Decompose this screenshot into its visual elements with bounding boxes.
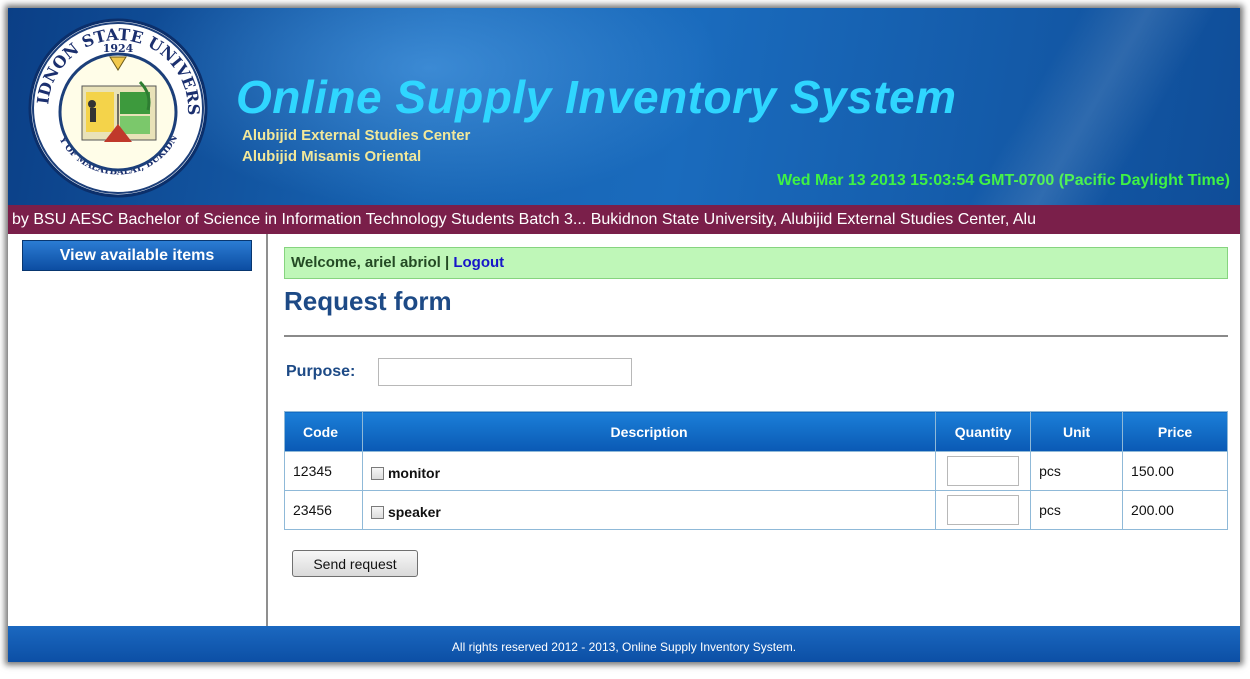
quantity-input[interactable] [947, 495, 1020, 525]
table-header-row: Code Description Quantity Unit Price [284, 411, 1228, 452]
site-footer: All rights reserved 2012 - 2013, Online … [8, 626, 1240, 662]
item-code: 12345 [284, 451, 363, 491]
marquee-text: l by BSU AESC Bachelor of Science in Inf… [8, 211, 1036, 228]
welcome-separator: | [440, 254, 454, 271]
scrolling-marquee: l by BSU AESC Bachelor of Science in Inf… [8, 205, 1240, 234]
center-name: Alubijid External Studies Center [242, 127, 471, 144]
column-header-quantity: Quantity [935, 411, 1032, 452]
item-unit: pcs [1030, 490, 1124, 530]
send-request-button[interactable]: Send request [292, 550, 418, 577]
purpose-input[interactable] [378, 358, 632, 386]
table-row: 12345 monitor pcs 150.00 [284, 451, 1228, 491]
quantity-input[interactable] [947, 456, 1020, 486]
item-price: 200.00 [1122, 490, 1228, 530]
item-price: 150.00 [1122, 451, 1228, 491]
item-description: speaker [387, 504, 441, 521]
title-divider [284, 335, 1228, 337]
item-unit: pcs [1030, 451, 1124, 491]
sidebar: View available items [8, 234, 268, 626]
item-select-checkbox[interactable] [370, 505, 384, 519]
item-code: 23456 [284, 490, 363, 530]
item-description-cell: monitor [361, 451, 937, 491]
welcome-text: Welcome, ariel abriol [291, 254, 441, 271]
university-seal-logo: BUKIDNON STATE UNIVERSITY CITY OF MALAYB… [20, 12, 208, 198]
table-row: 23456 speaker pcs 200.00 [284, 490, 1228, 530]
welcome-bar: Welcome, ariel abriol | Logout [284, 247, 1228, 279]
column-header-description: Description [361, 411, 937, 452]
column-header-price: Price [1122, 411, 1228, 452]
current-datetime: Wed Mar 13 2013 15:03:54 GMT-0700 (Pacif… [777, 172, 1230, 189]
center-location: Alubijid Misamis Oriental [242, 148, 422, 165]
item-quantity-cell [935, 451, 1032, 491]
items-table: Code Description Quantity Unit Price 123… [284, 411, 1228, 530]
app-title: Online Supply Inventory System [236, 71, 957, 123]
browser-page: BUKIDNON STATE UNIVERSITY CITY OF MALAYB… [8, 8, 1240, 662]
item-quantity-cell [935, 490, 1032, 530]
main-content: Welcome, ariel abriol | Logout Request f… [268, 234, 1240, 626]
purpose-label: Purpose: [286, 363, 356, 380]
logout-link[interactable]: Logout [453, 254, 504, 271]
page-title: Request form [284, 286, 452, 316]
seal-year: 1924 [103, 42, 134, 55]
footer-copyright: All rights reserved 2012 - 2013, Online … [451, 640, 797, 654]
item-select-checkbox[interactable] [370, 466, 384, 480]
item-description-cell: speaker [361, 490, 937, 530]
item-description: monitor [387, 465, 441, 482]
sidebar-item-view-available-items[interactable]: View available items [22, 240, 252, 271]
column-header-code: Code [284, 411, 363, 452]
site-header: BUKIDNON STATE UNIVERSITY CITY OF MALAYB… [8, 8, 1240, 205]
column-header-unit: Unit [1030, 411, 1124, 452]
